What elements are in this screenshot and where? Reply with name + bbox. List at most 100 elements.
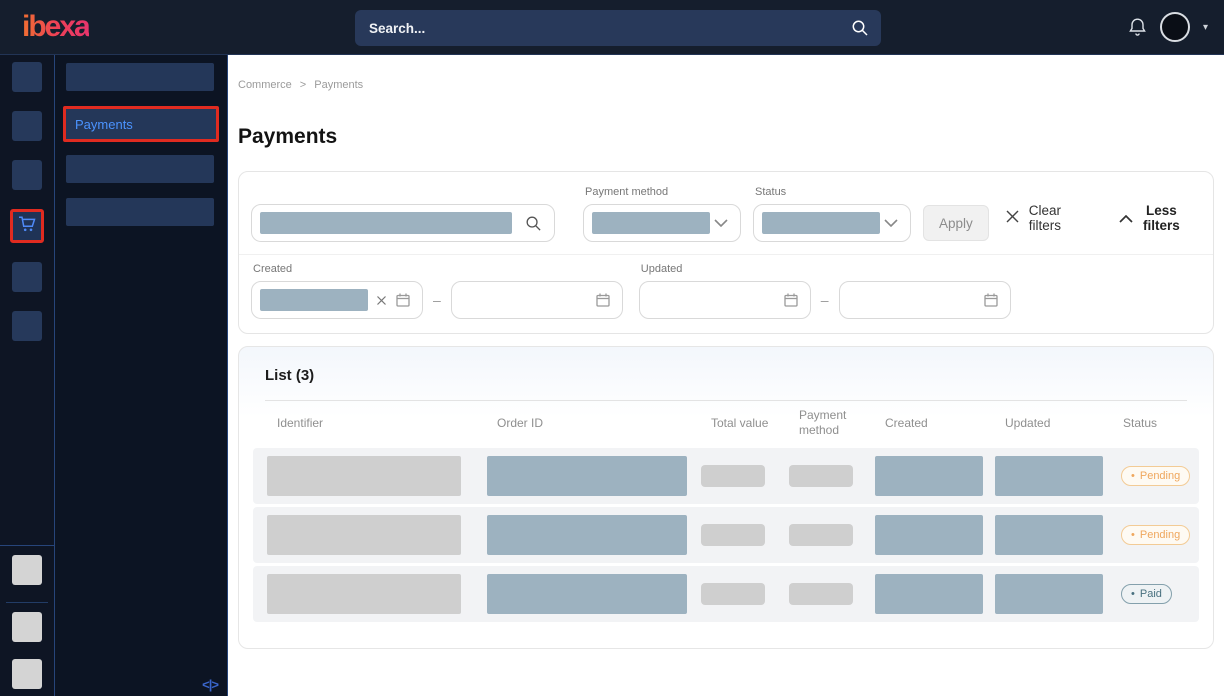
status-label: Status (753, 186, 911, 198)
date-range-dash: – (433, 292, 441, 308)
col-total-value: Total value (701, 416, 789, 431)
calendar-icon[interactable] (983, 292, 999, 308)
list-title: List (3) (253, 367, 1199, 384)
updated-placeholder (995, 515, 1103, 555)
main-content: Commerce > Payments Payments (228, 55, 1224, 696)
updated-placeholder (995, 574, 1103, 614)
updated-from-date-field[interactable] (639, 281, 811, 319)
payment-method-label: Payment method (583, 186, 741, 198)
bottom-nav-icon-3[interactable] (12, 659, 42, 689)
created-from-value-placeholder (260, 289, 368, 311)
breadcrumb-separator: > (300, 79, 306, 91)
created-placeholder (875, 515, 983, 555)
shopping-cart-icon (17, 214, 37, 238)
top-bar: ibexa ▾ (0, 0, 1224, 55)
sidebar-resize-handle[interactable]: <|> (202, 677, 218, 692)
clear-filters-button[interactable]: Clear filters (1005, 203, 1061, 233)
bottom-nav-icon-2[interactable] (12, 612, 42, 642)
nav-icon-2[interactable] (12, 111, 42, 141)
close-icon (1005, 209, 1020, 227)
sidebar-item-payments-highlighted[interactable]: Payments (63, 106, 219, 142)
clear-date-icon[interactable] (376, 295, 387, 306)
status-badge: • Pending (1121, 466, 1190, 486)
filters-panel: Payment method Status (238, 171, 1214, 334)
nav-icon-6[interactable] (12, 311, 42, 341)
chevron-up-icon (1119, 211, 1133, 226)
breadcrumb-commerce[interactable]: Commerce (238, 79, 292, 91)
identifier-placeholder (267, 515, 461, 555)
created-to-date-field[interactable] (451, 281, 623, 319)
notifications-bell-icon[interactable] (1128, 17, 1147, 38)
updated-to-date-field[interactable] (839, 281, 1011, 319)
table-row[interactable]: • Pending (253, 448, 1199, 504)
less-filters-button[interactable]: Less filters (1119, 203, 1180, 233)
filter-search-field[interactable] (251, 204, 555, 242)
nav-icon-1[interactable] (12, 62, 42, 92)
total-value-placeholder (701, 524, 765, 546)
status-select[interactable] (753, 204, 911, 242)
col-payment-method: Payment method (789, 408, 875, 438)
table-row[interactable]: • Pending (253, 507, 1199, 563)
breadcrumb: Commerce > Payments (238, 79, 1214, 91)
table-header-row: Identifier Order ID Total value Payment … (253, 401, 1199, 445)
rail-divider (0, 545, 54, 546)
ibexa-logo: ibexa (16, 10, 89, 44)
filter-search-icon[interactable] (525, 215, 542, 232)
col-updated: Updated (995, 416, 1113, 431)
updated-placeholder (995, 456, 1103, 496)
created-from-date-field[interactable] (251, 281, 423, 319)
status-badge: • Pending (1121, 525, 1190, 545)
user-menu-caret-icon[interactable]: ▾ (1203, 22, 1208, 33)
bottom-nav-icon-1[interactable] (12, 555, 42, 585)
created-placeholder (875, 456, 983, 496)
order-id-placeholder (487, 515, 687, 555)
identifier-placeholder (267, 456, 461, 496)
payments-list-panel: List (3) Identifier Order ID Total value… (238, 346, 1214, 649)
payment-method-value-placeholder (592, 212, 710, 234)
global-search[interactable] (355, 10, 881, 46)
apply-button[interactable]: Apply (923, 205, 989, 241)
user-avatar[interactable] (1160, 12, 1190, 42)
search-value-placeholder (260, 212, 512, 234)
chevron-down-icon (884, 214, 898, 232)
nav-icon-3[interactable] (12, 160, 42, 190)
order-id-placeholder (487, 456, 687, 496)
status-value-placeholder (762, 212, 880, 234)
table-row[interactable]: • Paid (253, 566, 1199, 622)
chevron-down-icon (714, 214, 728, 232)
sidebar-item-label: Payments (75, 117, 133, 132)
status-dot: • (1131, 588, 1135, 600)
status-badge: • Paid (1121, 584, 1172, 604)
calendar-icon[interactable] (395, 292, 411, 308)
date-range-dash: – (821, 292, 829, 308)
payment-method-placeholder (789, 524, 853, 546)
search-icon[interactable] (851, 19, 869, 37)
updated-label: Updated (639, 263, 1011, 275)
nav-icon-5[interactable] (12, 262, 42, 292)
calendar-icon[interactable] (595, 292, 611, 308)
created-label: Created (251, 263, 623, 275)
col-order-id: Order ID (487, 416, 701, 431)
sidebar-item-3[interactable] (66, 155, 214, 183)
calendar-icon[interactable] (783, 292, 799, 308)
payment-method-select[interactable] (583, 204, 741, 242)
nav-rail-bottom (0, 545, 54, 696)
sidebar-item-4[interactable] (66, 198, 214, 226)
main-nav-rail (0, 55, 55, 696)
status-dot: • (1131, 470, 1135, 482)
status-dot: • (1131, 529, 1135, 541)
total-value-placeholder (701, 465, 765, 487)
topbar-actions: ▾ (1128, 12, 1208, 42)
commerce-nav-item-highlighted[interactable] (10, 209, 44, 243)
total-value-placeholder (701, 583, 765, 605)
secondary-sidebar: Payments <|> (55, 55, 228, 696)
search-input[interactable] (369, 21, 851, 36)
col-status: Status (1113, 416, 1199, 431)
col-created: Created (875, 416, 995, 431)
identifier-placeholder (267, 574, 461, 614)
order-id-placeholder (487, 574, 687, 614)
created-placeholder (875, 574, 983, 614)
rail-divider-inner (6, 602, 48, 603)
sidebar-item-1[interactable] (66, 63, 214, 91)
col-identifier: Identifier (267, 416, 487, 431)
